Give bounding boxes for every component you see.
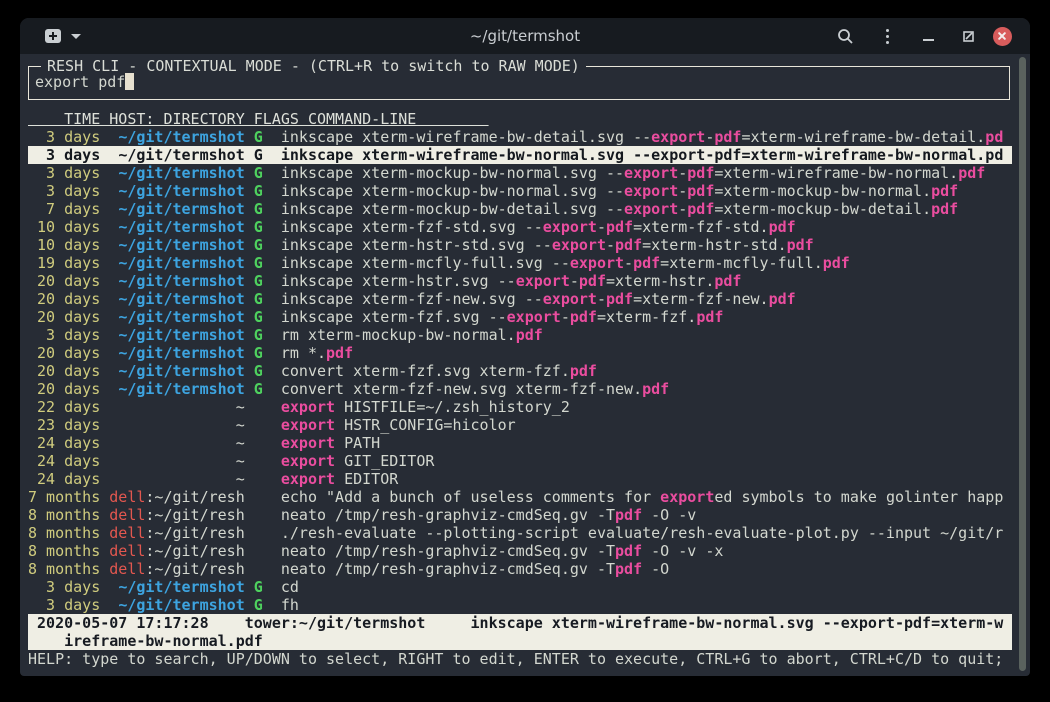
terminal-window: ~/git/termshot RESH CLI - CONTEXTUAL MOD… (20, 18, 1030, 676)
search-input[interactable]: RESH CLI - CONTEXTUAL MODE - (CTRL+R to … (28, 66, 1010, 100)
tab-dropdown-button[interactable] (68, 18, 84, 54)
chevron-down-icon (71, 34, 81, 39)
history-rows: 3 days ~/git/termshot G inkscape xterm-w… (28, 128, 1012, 614)
history-row[interactable]: 3 days ~/git/termshot G inkscape xterm-m… (28, 164, 1012, 182)
history-row[interactable]: 10 days ~/git/termshot G inkscape xterm-… (28, 236, 1012, 254)
history-row[interactable]: 20 days ~/git/termshot G convert xterm-f… (28, 380, 1012, 398)
status-line-1: 2020-05-07 17:17:28 tower:~/git/termshot… (28, 614, 1012, 632)
terminal-content: RESH CLI - CONTEXTUAL MODE - (CTRL+R to … (20, 54, 1030, 676)
menu-button[interactable] (879, 18, 895, 54)
history-row[interactable]: 20 days ~/git/termshot G rm *.pdf (28, 344, 1012, 362)
scrollbar[interactable] (1019, 57, 1026, 671)
history-row[interactable]: 7 months dell:~/git/resh echo "Add a bun… (28, 488, 1012, 506)
status-line-2: ireframe-bw-normal.pdf (28, 632, 1012, 650)
history-row[interactable]: 22 days ~ export HISTFILE=~/.zsh_history… (28, 398, 1012, 416)
history-row[interactable]: 19 days ~/git/termshot G inkscape xterm-… (28, 254, 1012, 272)
help-bar: HELP: type to search, UP/DOWN to select,… (28, 650, 1030, 668)
close-button[interactable] (989, 18, 1015, 54)
history-row[interactable]: 3 days ~/git/termshot G cd (28, 578, 1012, 596)
history-row[interactable]: 8 months dell:~/git/resh ./resh-evaluate… (28, 524, 1012, 542)
history-row[interactable]: 8 months dell:~/git/resh neato /tmp/resh… (28, 542, 1012, 560)
kebab-menu-icon (886, 29, 889, 44)
history-row[interactable]: 20 days ~/git/termshot G inkscape xterm-… (28, 308, 1012, 326)
history-row[interactable]: 7 days ~/git/termshot G inkscape xterm-m… (28, 200, 1012, 218)
search-box-label: RESH CLI - CONTEXTUAL MODE - (CTRL+R to … (41, 57, 586, 75)
history-row[interactable]: 20 days ~/git/termshot G convert xterm-f… (28, 362, 1012, 380)
close-icon (993, 27, 1012, 46)
text-cursor (125, 73, 134, 90)
restore-icon (962, 30, 975, 43)
table-header: TIME HOST: DIRECTORY FLAGS COMMAND-LINE (28, 110, 1030, 128)
history-row[interactable]: 3 days ~/git/termshot G inkscape xterm-w… (28, 128, 1012, 146)
history-row[interactable]: 3 days ~/git/termshot G rm xterm-mockup-… (28, 326, 1012, 344)
status-bar: 2020-05-07 17:17:28 tower:~/git/termshot… (28, 614, 1012, 650)
history-row[interactable]: 24 days ~ export PATH (28, 434, 1012, 452)
restore-button[interactable] (958, 18, 978, 54)
history-row[interactable]: 3 days ~/git/termshot G inkscape xterm-w… (28, 146, 1012, 164)
history-row[interactable]: 10 days ~/git/termshot G inkscape xterm-… (28, 218, 1012, 236)
history-row[interactable]: 24 days ~ export EDITOR (28, 470, 1012, 488)
history-row[interactable]: 8 months dell:~/git/resh neato /tmp/resh… (28, 506, 1012, 524)
titlebar: ~/git/termshot (20, 18, 1030, 54)
history-row[interactable]: 23 days ~ export HSTR_CONFIG=hicolor (28, 416, 1012, 434)
search-icon (837, 28, 854, 45)
history-row[interactable]: 20 days ~/git/termshot G inkscape xterm-… (28, 272, 1012, 290)
new-tab-icon (45, 29, 61, 43)
new-tab-button[interactable] (42, 18, 64, 54)
history-row[interactable]: 24 days ~ export GIT_EDITOR (28, 452, 1012, 470)
history-row[interactable]: 3 days ~/git/termshot G inkscape xterm-m… (28, 182, 1012, 200)
search-button[interactable] (833, 18, 857, 54)
minimize-button[interactable] (918, 18, 938, 54)
history-row[interactable]: 20 days ~/git/termshot G inkscape xterm-… (28, 290, 1012, 308)
minimize-icon (923, 39, 934, 41)
history-row[interactable]: 8 months dell:~/git/resh neato /tmp/resh… (28, 560, 1012, 578)
history-row[interactable]: 3 days ~/git/termshot G fh (28, 596, 1012, 614)
